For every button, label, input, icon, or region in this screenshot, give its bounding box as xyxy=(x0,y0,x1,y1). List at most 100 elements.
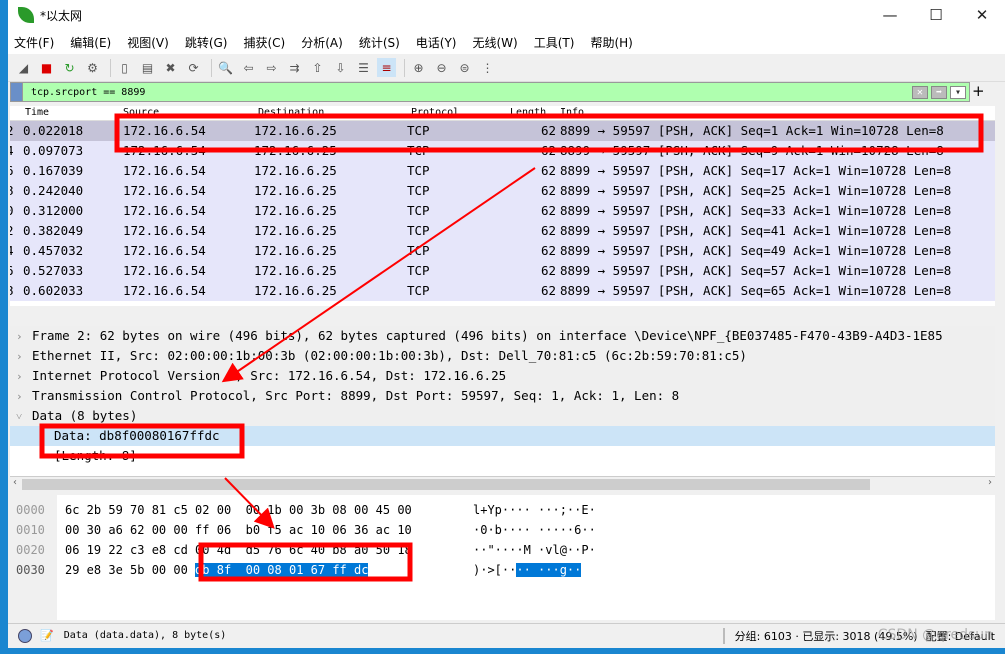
clear-filter-button[interactable]: ✕ xyxy=(911,85,928,99)
detail-tree-item[interactable]: › Transmission Control Protocol, Src Port… xyxy=(10,386,995,406)
filter-history-dropdown[interactable]: ▾ xyxy=(949,85,966,99)
capture-comment-icon[interactable]: 📝 xyxy=(40,629,54,642)
ascii-text[interactable]: )·>[·· xyxy=(473,563,516,577)
detail-tree-item[interactable]: › Frame 2: 62 bytes on wire (496 bits), 6… xyxy=(10,326,995,346)
ascii-row[interactable]: )·>[···· ···g·· xyxy=(473,560,582,580)
last-icon[interactable]: ⇩ xyxy=(331,58,350,77)
expert-info-icon[interactable] xyxy=(18,628,32,643)
zoom-out-icon[interactable]: ⊖ xyxy=(432,58,451,77)
packet-time: 0.602033 xyxy=(23,283,84,298)
menu-item[interactable]: 分析(A) xyxy=(301,34,343,51)
ascii-row[interactable]: ··"····M ·vl@··P· xyxy=(473,540,596,560)
menu-item[interactable]: 无线(W) xyxy=(473,34,518,51)
packet-row[interactable]: 2 0.022018 172.16.6.54 172.16.6.25 TCP 62 8899… xyxy=(10,121,995,141)
detail-length-field[interactable]: [Length: 8] xyxy=(10,446,995,466)
autoscroll-icon[interactable]: ☰ xyxy=(354,58,373,77)
hex-bytes-row[interactable]: 06 19 22 c3 e8 cd 00 4d d5 76 6c 40 b8 a… xyxy=(65,540,412,560)
maximize-button[interactable]: ☐ xyxy=(913,6,959,24)
packet-length: 62 xyxy=(540,203,556,218)
detail-tree-item[interactable]: › Internet Protocol Version 4, Src: 172.1… xyxy=(10,366,995,386)
find-icon[interactable]: 🔍 xyxy=(216,58,235,77)
details-horizontal-scrollbar[interactable]: ‹ › xyxy=(10,476,995,491)
hex-bytes-row[interactable]: 6c 2b 59 70 81 c5 02 00 00 1b 00 3b 08 0… xyxy=(65,500,412,520)
menu-item[interactable]: 电话(Y) xyxy=(416,34,457,51)
packet-row[interactable]: 2 0.382049 172.16.6.54 172.16.6.25 TCP 62 8899… xyxy=(10,221,995,241)
ascii-text[interactable]: ··"····M ·vl@··P· xyxy=(473,543,596,557)
menu-item[interactable]: 文件(F) xyxy=(14,34,54,51)
expand-arrow-icon[interactable]: › xyxy=(16,327,32,346)
minimize-button[interactable]: — xyxy=(867,6,913,24)
restart-icon[interactable]: ↻ xyxy=(60,58,79,77)
packet-row[interactable]: 4 0.457032 172.16.6.54 172.16.6.25 TCP 62 8899… xyxy=(10,241,995,261)
hex-bytes[interactable]: 00 30 a6 62 00 00 ff 06 b0 f5 ac 10 06 3… xyxy=(65,523,412,537)
stop-icon[interactable]: ■ xyxy=(37,58,56,77)
menu-item[interactable]: 视图(V) xyxy=(127,34,169,51)
column-header-destination[interactable]: Destination xyxy=(258,107,324,118)
shark-fin-icon[interactable]: ◢ xyxy=(14,58,33,77)
packet-row[interactable]: 8 0.602033 172.16.6.54 172.16.6.25 TCP 62 8899… xyxy=(10,281,995,301)
packet-source: 172.16.6.54 xyxy=(123,143,206,158)
scroll-left-icon[interactable]: ‹ xyxy=(13,477,17,488)
column-header-protocol[interactable]: Protocol xyxy=(411,107,459,118)
selected-field-status: Data (data.data), 8 byte(s) xyxy=(63,630,227,641)
forward-icon[interactable]: ⇨ xyxy=(262,58,281,77)
back-icon[interactable]: ⇦ xyxy=(239,58,258,77)
display-filter-bar[interactable]: tcp.srcport == 8899 ✕ ➡ ▾ xyxy=(10,82,970,102)
expand-arrow-icon[interactable]: › xyxy=(16,387,32,406)
scrollbar-thumb[interactable] xyxy=(22,479,870,490)
menu-item[interactable]: 统计(S) xyxy=(359,34,400,51)
hex-bytes[interactable]: 6c 2b 59 70 81 c5 02 00 00 1b 00 3b 08 0… xyxy=(65,503,412,517)
ascii-row[interactable]: l+Yp···· ···;··E· xyxy=(473,500,596,520)
close-file-icon[interactable]: ✖ xyxy=(161,58,180,77)
packet-row[interactable]: 0 0.312000 172.16.6.54 172.16.6.25 TCP 62 8899… xyxy=(10,201,995,221)
hex-bytes-selected[interactable]: db 8f 00 08 01 67 ff dc xyxy=(195,563,369,577)
first-icon[interactable]: ⇧ xyxy=(308,58,327,77)
column-header-time[interactable]: Time xyxy=(25,107,49,118)
expand-arrow-icon[interactable]: › xyxy=(16,367,32,386)
zoom-normal-icon[interactable]: ⊜ xyxy=(455,58,474,77)
menu-item[interactable]: 跳转(G) xyxy=(185,34,228,51)
ascii-text[interactable]: l+Yp···· ···;··E· xyxy=(473,503,596,517)
menu-item[interactable]: 工具(T) xyxy=(534,34,575,51)
apply-filter-button[interactable]: ➡ xyxy=(930,85,947,99)
packet-row[interactable]: 6 0.167039 172.16.6.54 172.16.6.25 TCP 62 8899… xyxy=(10,161,995,181)
expand-arrow-icon[interactable]: ˅ xyxy=(16,407,32,426)
save-icon[interactable]: ▤ xyxy=(138,58,157,77)
display-filter-input[interactable]: tcp.srcport == 8899 xyxy=(31,87,145,98)
resize-columns-icon[interactable]: ⋮ xyxy=(478,58,497,77)
goto-icon[interactable]: ⇉ xyxy=(285,58,304,77)
ascii-row[interactable]: ·0·b···· ·····6·· xyxy=(473,520,596,540)
packet-protocol: TCP xyxy=(407,263,430,278)
detail-data-field[interactable]: Data: db8f00080167ffdc xyxy=(10,426,995,446)
open-icon[interactable]: ▯ xyxy=(115,58,134,77)
ascii-text[interactable]: ·0·b···· ·····6·· xyxy=(473,523,596,537)
menu-item[interactable]: 编辑(E) xyxy=(70,34,111,51)
colorize-icon[interactable]: ≡ xyxy=(377,58,396,77)
column-header-source[interactable]: Source xyxy=(123,107,159,118)
options-icon[interactable]: ⚙ xyxy=(83,58,102,77)
hex-bytes[interactable]: 29 e8 3e 5b 00 00 xyxy=(65,563,195,577)
filter-bookmark-icon[interactable] xyxy=(11,83,23,101)
scroll-right-icon[interactable]: › xyxy=(988,477,992,488)
column-header-length[interactable]: Length xyxy=(510,107,546,118)
hex-bytes-row[interactable]: 00 30 a6 62 00 00 ff 06 b0 f5 ac 10 06 3… xyxy=(65,520,412,540)
add-filter-button[interactable]: + xyxy=(972,82,985,100)
packet-row[interactable]: 6 0.527033 172.16.6.54 172.16.6.25 TCP 62 8899… xyxy=(10,261,995,281)
zoom-in-icon[interactable]: ⊕ xyxy=(409,58,428,77)
packet-length: 62 xyxy=(540,223,556,238)
ascii-selected[interactable]: ·· ···g·· xyxy=(516,563,582,577)
packet-row[interactable]: 8 0.242040 172.16.6.54 172.16.6.25 TCP 62 8899… xyxy=(10,181,995,201)
packet-source: 172.16.6.54 xyxy=(123,123,206,138)
close-button[interactable]: ✕ xyxy=(959,6,1005,24)
reload-icon[interactable]: ⟳ xyxy=(184,58,203,77)
detail-tree-item[interactable]: ˅ Data (8 bytes) xyxy=(10,406,995,426)
hex-bytes-row[interactable]: 29 e8 3e 5b 00 00 db 8f 00 08 01 67 ff d… xyxy=(65,560,369,580)
packet-row[interactable]: 4 0.097073 172.16.6.54 172.16.6.25 TCP 62 8899… xyxy=(10,141,995,161)
hex-bytes[interactable]: 06 19 22 c3 e8 cd 00 4d d5 76 6c 40 b8 a… xyxy=(65,543,412,557)
packet-destination: 172.16.6.25 xyxy=(254,283,337,298)
detail-tree-item[interactable]: › Ethernet II, Src: 02:00:00:1b:00:3b (02… xyxy=(10,346,995,366)
column-header-info[interactable]: Info xyxy=(560,107,584,118)
expand-arrow-icon[interactable]: › xyxy=(16,347,32,366)
menu-item[interactable]: 捕获(C) xyxy=(243,34,285,51)
menu-item[interactable]: 帮助(H) xyxy=(590,34,632,51)
